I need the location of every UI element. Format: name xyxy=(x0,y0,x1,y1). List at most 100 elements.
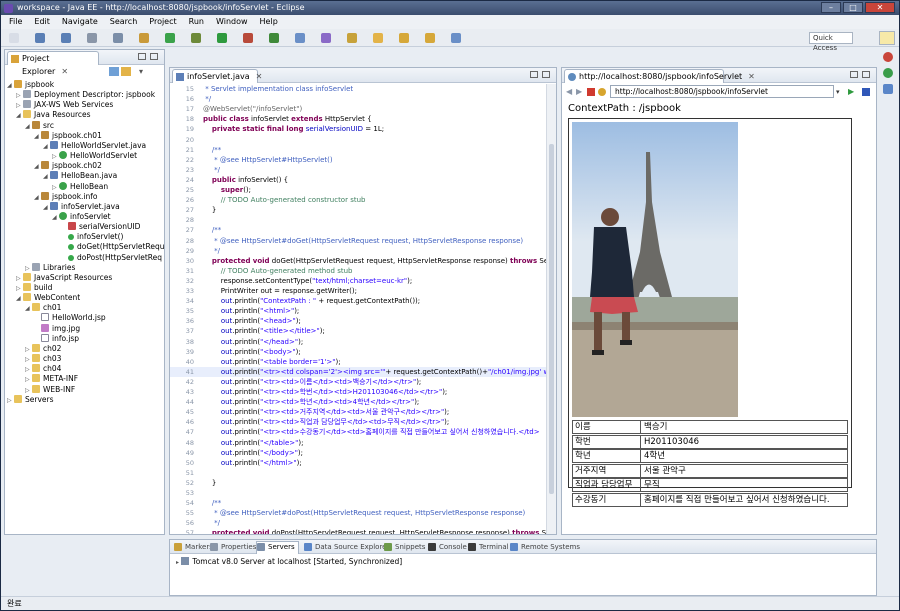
code-line[interactable]: 48 out.println("</table>"); xyxy=(170,438,546,448)
tab-browser[interactable]: http://localhost:8080/jspbook/infoServle… xyxy=(564,69,755,83)
search-icon[interactable] xyxy=(347,33,357,43)
run-icon[interactable] xyxy=(217,33,227,43)
code-line[interactable]: 26 // TODO Auto-generated constructor st… xyxy=(170,195,546,205)
task-list-icon[interactable] xyxy=(883,84,893,94)
save-icon[interactable] xyxy=(35,33,45,43)
code-line[interactable]: 21 /** xyxy=(170,145,546,155)
tab-terminal[interactable]: Terminal xyxy=(468,542,509,552)
menu-file[interactable]: File xyxy=(7,15,24,29)
code-line[interactable]: 27 } xyxy=(170,205,546,215)
new-icon[interactable] xyxy=(9,33,19,43)
maximize-browser-icon[interactable] xyxy=(862,71,870,78)
expanded-arrow-icon[interactable]: ◢ xyxy=(43,142,50,152)
menu-edit[interactable]: Edit xyxy=(32,15,52,29)
code-line[interactable]: 54 /** xyxy=(170,498,546,508)
expanded-arrow-icon[interactable]: ◢ xyxy=(52,213,59,223)
code-line[interactable]: 15 * Servlet implementation class infoSe… xyxy=(170,84,546,94)
expanded-arrow-icon[interactable]: ◢ xyxy=(34,132,41,142)
tab-infoservlet-java[interactable]: infoServlet.java ✕ xyxy=(172,69,262,83)
menu-project[interactable]: Project xyxy=(147,15,178,29)
scrollbar-thumb[interactable] xyxy=(549,144,554,494)
code-line[interactable]: 52 } xyxy=(170,478,546,488)
expanded-arrow-icon[interactable]: ◢ xyxy=(7,81,14,91)
tree-node[interactable]: ◢ jspbook.info xyxy=(34,191,97,203)
quick-access-field[interactable]: Quick Access xyxy=(809,32,853,52)
minimize-button[interactable]: – xyxy=(821,2,841,13)
tree-node[interactable]: ◢ jspbook.ch02 xyxy=(34,161,102,171)
external-tools-icon[interactable] xyxy=(243,33,253,43)
code-line[interactable]: 34 out.println("ContextPath : " + reques… xyxy=(170,296,546,306)
tree-node[interactable]: ▷ ch03 xyxy=(25,354,61,364)
minimize-editor-icon[interactable] xyxy=(530,71,538,78)
code-line[interactable]: 32 response.setContentType("text/html;ch… xyxy=(170,276,546,286)
java-ee-perspective-button[interactable] xyxy=(879,31,895,45)
expanded-arrow-icon[interactable]: ◢ xyxy=(25,122,32,132)
coverage-icon[interactable] xyxy=(269,33,279,43)
tree-node[interactable]: doPost(HttpServletReq xyxy=(61,253,162,263)
tree-node[interactable]: info.jsp xyxy=(34,333,79,344)
code-line[interactable]: 49 out.println("</body>"); xyxy=(170,448,546,458)
code-line[interactable]: 24 public infoServlet() { xyxy=(170,175,546,185)
tree-node[interactable]: ▷ HelloBean xyxy=(52,181,108,192)
expanded-arrow-icon[interactable]: ◢ xyxy=(43,203,50,213)
server-entry[interactable]: ▸ Tomcat v8.0 Server at localhost [Start… xyxy=(176,557,402,568)
code-line[interactable]: 45 out.println("<tr><td>거주지역</td><td>서울 … xyxy=(170,407,546,417)
perspective-icon[interactable] xyxy=(883,52,893,62)
tree-node[interactable]: ◢ src xyxy=(25,120,54,132)
tree-node[interactable]: ◢ ch01 xyxy=(25,303,61,313)
tree-node[interactable]: img.jpg xyxy=(34,323,80,334)
code-line[interactable]: 27 /** xyxy=(170,225,546,235)
tree-node[interactable]: ▷ HelloWorldServlet xyxy=(52,151,137,161)
code-line[interactable]: 39 out.println("<body>"); xyxy=(170,347,546,357)
tree-node[interactable]: ▷ Servers xyxy=(7,394,54,406)
stop-icon[interactable] xyxy=(587,88,595,96)
expanded-arrow-icon[interactable]: ◢ xyxy=(43,172,50,182)
tree-node[interactable]: ◢ jspbook xyxy=(7,80,54,90)
forward-arrow-icon[interactable]: ▶ xyxy=(576,88,584,96)
view-menu-icon[interactable]: ▾ xyxy=(139,67,147,76)
menu-window[interactable]: Window xyxy=(214,15,250,29)
collapsed-arrow-icon[interactable]: ▷ xyxy=(7,396,14,406)
code-line[interactable]: 44 out.println("<tr><td>학년</td><td>4학년</… xyxy=(170,397,546,407)
code-line[interactable]: 40 out.println("<table border='1'>"); xyxy=(170,357,546,367)
code-line[interactable]: 17 @WebServlet("/infoServlet") xyxy=(170,104,546,114)
code-line[interactable]: 20 xyxy=(170,135,546,145)
tab-remote-systems[interactable]: Remote Systems xyxy=(510,542,580,552)
code-line[interactable]: 28 xyxy=(170,215,546,225)
refresh-icon[interactable] xyxy=(598,88,606,96)
code-line[interactable]: 46 out.println("<tr><td>직업과 담당업무</td><td… xyxy=(170,417,546,427)
expanded-arrow-icon[interactable]: ◢ xyxy=(34,193,41,203)
package-icon[interactable] xyxy=(139,33,149,43)
code-line[interactable]: 33 PrintWriter out = response.getWriter(… xyxy=(170,286,546,296)
server-icon[interactable] xyxy=(113,33,123,43)
code-line[interactable]: 29 */ xyxy=(170,246,546,256)
expanded-arrow-icon[interactable]: ◢ xyxy=(16,294,23,304)
code-line[interactable]: 38 out.println("</head>"); xyxy=(170,337,546,347)
tab-console[interactable]: Console xyxy=(428,542,467,552)
code-area[interactable]: 15 * Servlet implementation class infoSe… xyxy=(170,84,546,534)
tree-node[interactable]: ◢ jspbook.ch01 xyxy=(34,130,102,142)
tab-data-source-explorer[interactable]: Data Source Explorer xyxy=(304,542,389,552)
forward-icon[interactable] xyxy=(425,33,435,43)
code-line[interactable]: 19 private static final long serialVersi… xyxy=(170,124,546,134)
code-line[interactable]: 28 * @see HttpServlet#doGet(HttpServletR… xyxy=(170,236,546,246)
tree-node[interactable]: doGet(HttpServletRequ xyxy=(61,242,164,252)
tab-servers[interactable]: Servers xyxy=(256,541,299,554)
code-line[interactable]: 41 out.println("<tr><td colspan='2'><img… xyxy=(170,366,546,377)
code-line[interactable]: 57 protected void doPost(HttpServletRequ… xyxy=(170,528,546,534)
tree-node[interactable]: ▷ WEB-INF xyxy=(25,384,75,395)
tree-node[interactable]: ▷ Libraries xyxy=(25,262,75,273)
tree-node[interactable]: ▷ JAX-WS Web Services xyxy=(16,100,113,110)
last-edit-icon[interactable] xyxy=(451,33,461,43)
back-arrow-icon[interactable]: ◀ xyxy=(566,88,574,96)
go-arrow-icon[interactable]: ▶ xyxy=(848,88,856,96)
tree-node[interactable]: serialVersionUID xyxy=(61,222,140,232)
save-all-icon[interactable] xyxy=(61,33,71,43)
code-line[interactable]: 51 xyxy=(170,468,546,478)
new-web-icon[interactable] xyxy=(295,33,305,43)
close-tab-icon[interactable]: ✕ xyxy=(61,67,68,76)
code-line[interactable]: 25 super(); xyxy=(170,185,546,195)
expand-arrow-icon[interactable]: ▸ xyxy=(176,559,179,566)
expanded-arrow-icon[interactable]: ◢ xyxy=(25,304,32,314)
code-line[interactable]: 18 public class infoServlet extends HttpS… xyxy=(170,114,546,124)
